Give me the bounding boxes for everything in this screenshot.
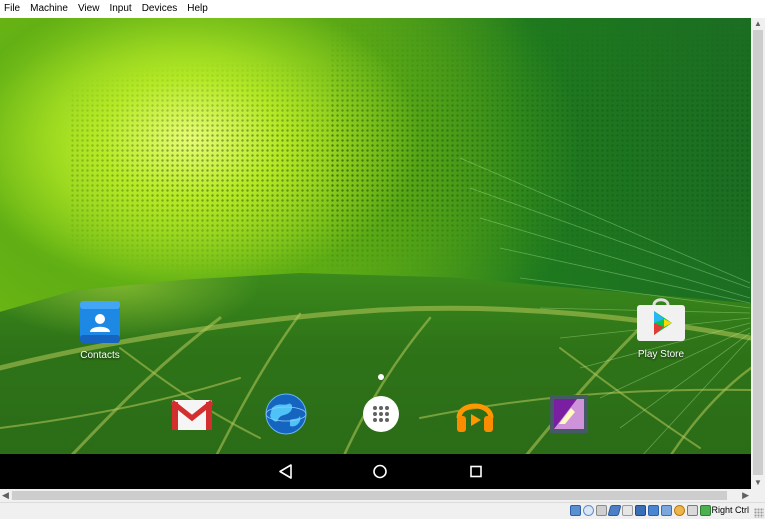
menu-file[interactable]: File [0, 0, 25, 18]
guest-screen[interactable]: Contacts Play Store [0, 18, 751, 489]
scroll-down-icon[interactable]: ▼ [754, 478, 762, 488]
browser-globe-icon[interactable] [264, 392, 308, 436]
app-drawer-icon[interactable] [359, 392, 403, 436]
status-indicators [570, 505, 711, 516]
optical-drive-icon[interactable] [583, 505, 594, 516]
scrollbar-corner [751, 489, 765, 502]
contacts-icon [78, 300, 122, 344]
gallery-icon[interactable] [547, 392, 591, 436]
menu-devices[interactable]: Devices [137, 0, 183, 18]
scroll-up-icon[interactable]: ▲ [754, 19, 762, 29]
network-icon[interactable] [648, 505, 659, 516]
menu-machine[interactable]: Machine [25, 0, 73, 18]
recording-icon[interactable] [661, 505, 672, 516]
play-store-icon [636, 297, 686, 343]
gmail-icon[interactable] [170, 392, 214, 436]
usb-icon[interactable] [607, 505, 622, 516]
audio-icon[interactable] [596, 505, 607, 516]
menubar: File Machine View Input Devices Help [0, 0, 765, 18]
resize-grip[interactable] [754, 508, 764, 518]
keyboard-capture-icon[interactable] [700, 505, 711, 516]
horizontal-scrollbar-thumb[interactable] [12, 491, 727, 500]
menu-view[interactable]: View [73, 0, 105, 18]
display-icon[interactable] [635, 505, 646, 516]
hard-disk-icon[interactable] [570, 505, 581, 516]
back-icon[interactable] [266, 454, 306, 489]
cpu-icon[interactable] [674, 505, 685, 516]
vertical-scrollbar[interactable]: ▲ ▼ [751, 18, 765, 489]
page-indicator-dot [378, 374, 384, 380]
shared-folders-icon[interactable] [622, 505, 633, 516]
app-contacts[interactable]: Contacts [60, 300, 140, 361]
vertical-scrollbar-thumb[interactable] [753, 30, 763, 475]
android-navbar [0, 454, 751, 489]
statusbar: Right Ctrl [0, 502, 765, 519]
home-icon[interactable] [360, 454, 400, 489]
host-key-label: Right Ctrl [711, 505, 749, 515]
menu-input[interactable]: Input [104, 0, 136, 18]
scroll-right-icon[interactable]: ▶ [742, 490, 749, 501]
app-play-store[interactable]: Play Store [621, 297, 701, 360]
scroll-left-icon[interactable]: ◀ [2, 490, 9, 501]
app-label-play-store: Play Store [637, 349, 685, 360]
menu-help[interactable]: Help [182, 0, 213, 18]
mouse-integration-icon[interactable] [687, 505, 698, 516]
play-music-icon[interactable] [453, 392, 497, 436]
horizontal-scrollbar[interactable]: ◀ ▶ [0, 489, 751, 502]
app-label-contacts: Contacts [80, 350, 120, 361]
recents-icon[interactable] [456, 454, 496, 489]
